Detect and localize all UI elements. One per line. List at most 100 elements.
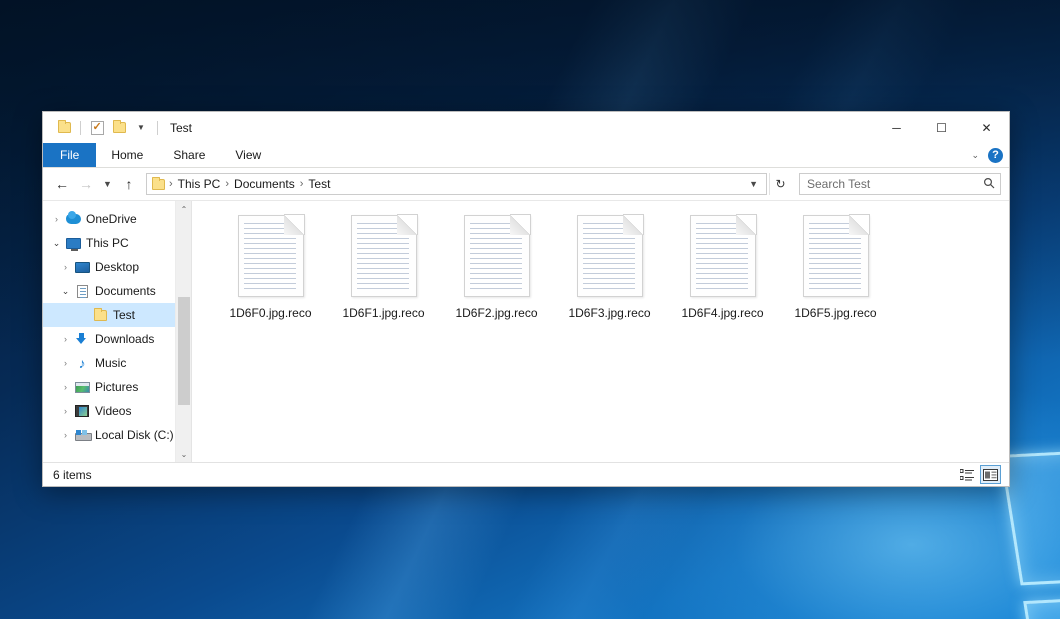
sidebar-item-downloads[interactable]: › Downloads: [43, 327, 191, 351]
videos-icon: [73, 405, 91, 417]
desktop: ▼ Test ─ ☐ ✕ File Home Share View ⌄ ? ←: [0, 0, 1060, 619]
tab-home[interactable]: Home: [96, 143, 158, 167]
blank-document-icon: [238, 215, 304, 297]
file-name: 1D6F0.jpg.reco: [229, 306, 311, 320]
sidebar-item-local-disk[interactable]: › Local Disk (C:): [43, 423, 191, 447]
chevron-right-icon[interactable]: ›: [58, 406, 73, 416]
sidebar-item-label: Videos: [95, 404, 131, 418]
file-grid: 1D6F0.jpg.reco 1D6F1.jpg.reco 1D6F2.jpg.…: [214, 213, 1009, 320]
chevron-right-icon[interactable]: ›: [49, 214, 64, 224]
music-icon: ♪: [73, 356, 91, 370]
sidebar-item-label: OneDrive: [86, 212, 137, 226]
file-name: 1D6F2.jpg.reco: [455, 306, 537, 320]
scroll-up-arrow-icon[interactable]: ⌃: [176, 201, 191, 217]
breadcrumb-documents[interactable]: Documents: [230, 177, 299, 191]
chevron-down-icon[interactable]: ▼: [743, 179, 764, 189]
window-controls: ─ ☐ ✕: [874, 112, 1009, 143]
refresh-button[interactable]: ↻: [769, 173, 791, 195]
chevron-down-icon[interactable]: ⌄: [971, 150, 979, 161]
item-count-label: 6 items: [53, 468, 92, 482]
documents-icon: [73, 285, 91, 298]
disk-icon: [73, 430, 91, 441]
sidebar-item-videos[interactable]: › Videos: [43, 399, 191, 423]
downloads-icon: [73, 332, 91, 346]
logo-pane-bottom-left: [1023, 596, 1060, 619]
search-input[interactable]: Search Test: [807, 177, 983, 191]
file-item[interactable]: 1D6F1.jpg.reco: [327, 213, 440, 320]
sidebar-item-documents[interactable]: ⌄ Documents: [43, 279, 191, 303]
sidebar-item-test[interactable]: Test: [43, 303, 191, 327]
details-view-button[interactable]: [956, 465, 977, 484]
chevron-right-icon[interactable]: ›: [58, 334, 73, 344]
file-item[interactable]: 1D6F3.jpg.reco: [553, 213, 666, 320]
maximize-button[interactable]: ☐: [919, 112, 964, 143]
search-box[interactable]: Search Test: [799, 173, 1001, 195]
blank-document-icon: [351, 215, 417, 297]
file-name: 1D6F1.jpg.reco: [342, 306, 424, 320]
sidebar-item-label: Local Disk (C:): [95, 428, 174, 442]
properties-icon[interactable]: [86, 117, 108, 139]
window-title: Test: [170, 121, 192, 135]
close-button[interactable]: ✕: [964, 112, 1009, 143]
tab-view[interactable]: View: [220, 143, 276, 167]
forward-button[interactable]: →: [75, 172, 97, 196]
view-mode-buttons: [956, 465, 1001, 484]
sidebar-item-onedrive[interactable]: › OneDrive: [43, 207, 191, 231]
search-icon: [983, 177, 995, 192]
help-icon[interactable]: ?: [988, 148, 1003, 163]
scroll-down-arrow-icon[interactable]: ⌄: [176, 446, 191, 462]
pictures-icon: [73, 382, 91, 393]
sidebar-item-pictures[interactable]: › Pictures: [43, 375, 191, 399]
chevron-down-icon[interactable]: ⌄: [58, 286, 73, 297]
navigation-pane: › OneDrive ⌄ This PC › Desktop ⌄: [43, 201, 191, 462]
minimize-button[interactable]: ─: [874, 112, 919, 143]
chevron-right-icon[interactable]: ›: [58, 430, 73, 440]
address-bar-row: ← → ▼ ↑ › This PC › Documents › Test ▼ ↻…: [43, 168, 1009, 200]
recent-locations-button[interactable]: ▼: [99, 172, 116, 196]
file-item[interactable]: 1D6F2.jpg.reco: [440, 213, 553, 320]
file-item[interactable]: 1D6F4.jpg.reco: [666, 213, 779, 320]
folder-icon[interactable]: [53, 117, 75, 139]
folder-icon: [91, 310, 109, 321]
status-bar: 6 items: [43, 462, 1009, 486]
address-bar[interactable]: › This PC › Documents › Test ▼: [146, 173, 767, 195]
ribbon-right-controls: ⌄ ?: [971, 143, 1003, 168]
navigation-pane-scrollbar[interactable]: ⌃ ⌄: [175, 201, 191, 462]
breadcrumb-test[interactable]: Test: [304, 177, 334, 191]
sidebar-item-label: Downloads: [95, 332, 154, 346]
chevron-right-icon[interactable]: ›: [58, 382, 73, 392]
chevron-right-icon[interactable]: ›: [58, 358, 73, 368]
sidebar-item-label: Test: [113, 308, 135, 322]
this-pc-icon: [64, 238, 82, 249]
tab-share[interactable]: Share: [158, 143, 220, 167]
chevron-down-icon[interactable]: ⌄: [49, 238, 64, 249]
breadcrumb-this-pc[interactable]: This PC: [174, 177, 225, 191]
file-list-pane[interactable]: 1D6F0.jpg.reco 1D6F1.jpg.reco 1D6F2.jpg.…: [191, 201, 1009, 462]
scrollbar-thumb[interactable]: [178, 297, 190, 405]
qat-separator-1: [80, 121, 81, 135]
file-name: 1D6F4.jpg.reco: [681, 306, 763, 320]
onedrive-icon: [64, 214, 82, 224]
sidebar-item-desktop[interactable]: › Desktop: [43, 255, 191, 279]
file-item[interactable]: 1D6F0.jpg.reco: [214, 213, 327, 320]
file-item[interactable]: 1D6F5.jpg.reco: [779, 213, 892, 320]
ribbon-tab-strip: File Home Share View ⌄ ?: [43, 143, 1009, 168]
chevron-down-icon[interactable]: ▼: [130, 117, 152, 139]
back-button[interactable]: ←: [51, 172, 73, 196]
chevron-right-icon[interactable]: ›: [58, 262, 73, 272]
sidebar-item-label: Documents: [95, 284, 156, 298]
sidebar-item-this-pc[interactable]: ⌄ This PC: [43, 231, 191, 255]
sidebar-item-music[interactable]: › ♪ Music: [43, 351, 191, 375]
file-name: 1D6F3.jpg.reco: [568, 306, 650, 320]
sidebar-item-label: Desktop: [95, 260, 139, 274]
blank-document-icon: [803, 215, 869, 297]
up-button[interactable]: ↑: [118, 172, 140, 196]
tab-file[interactable]: File: [43, 143, 96, 167]
explorer-body: › OneDrive ⌄ This PC › Desktop ⌄: [43, 200, 1009, 462]
quick-access-toolbar: ▼ Test: [43, 117, 192, 139]
new-folder-icon[interactable]: [108, 117, 130, 139]
large-icons-view-button[interactable]: [980, 465, 1001, 484]
blank-document-icon: [690, 215, 756, 297]
file-name: 1D6F5.jpg.reco: [794, 306, 876, 320]
qat-separator-2: [157, 121, 158, 135]
